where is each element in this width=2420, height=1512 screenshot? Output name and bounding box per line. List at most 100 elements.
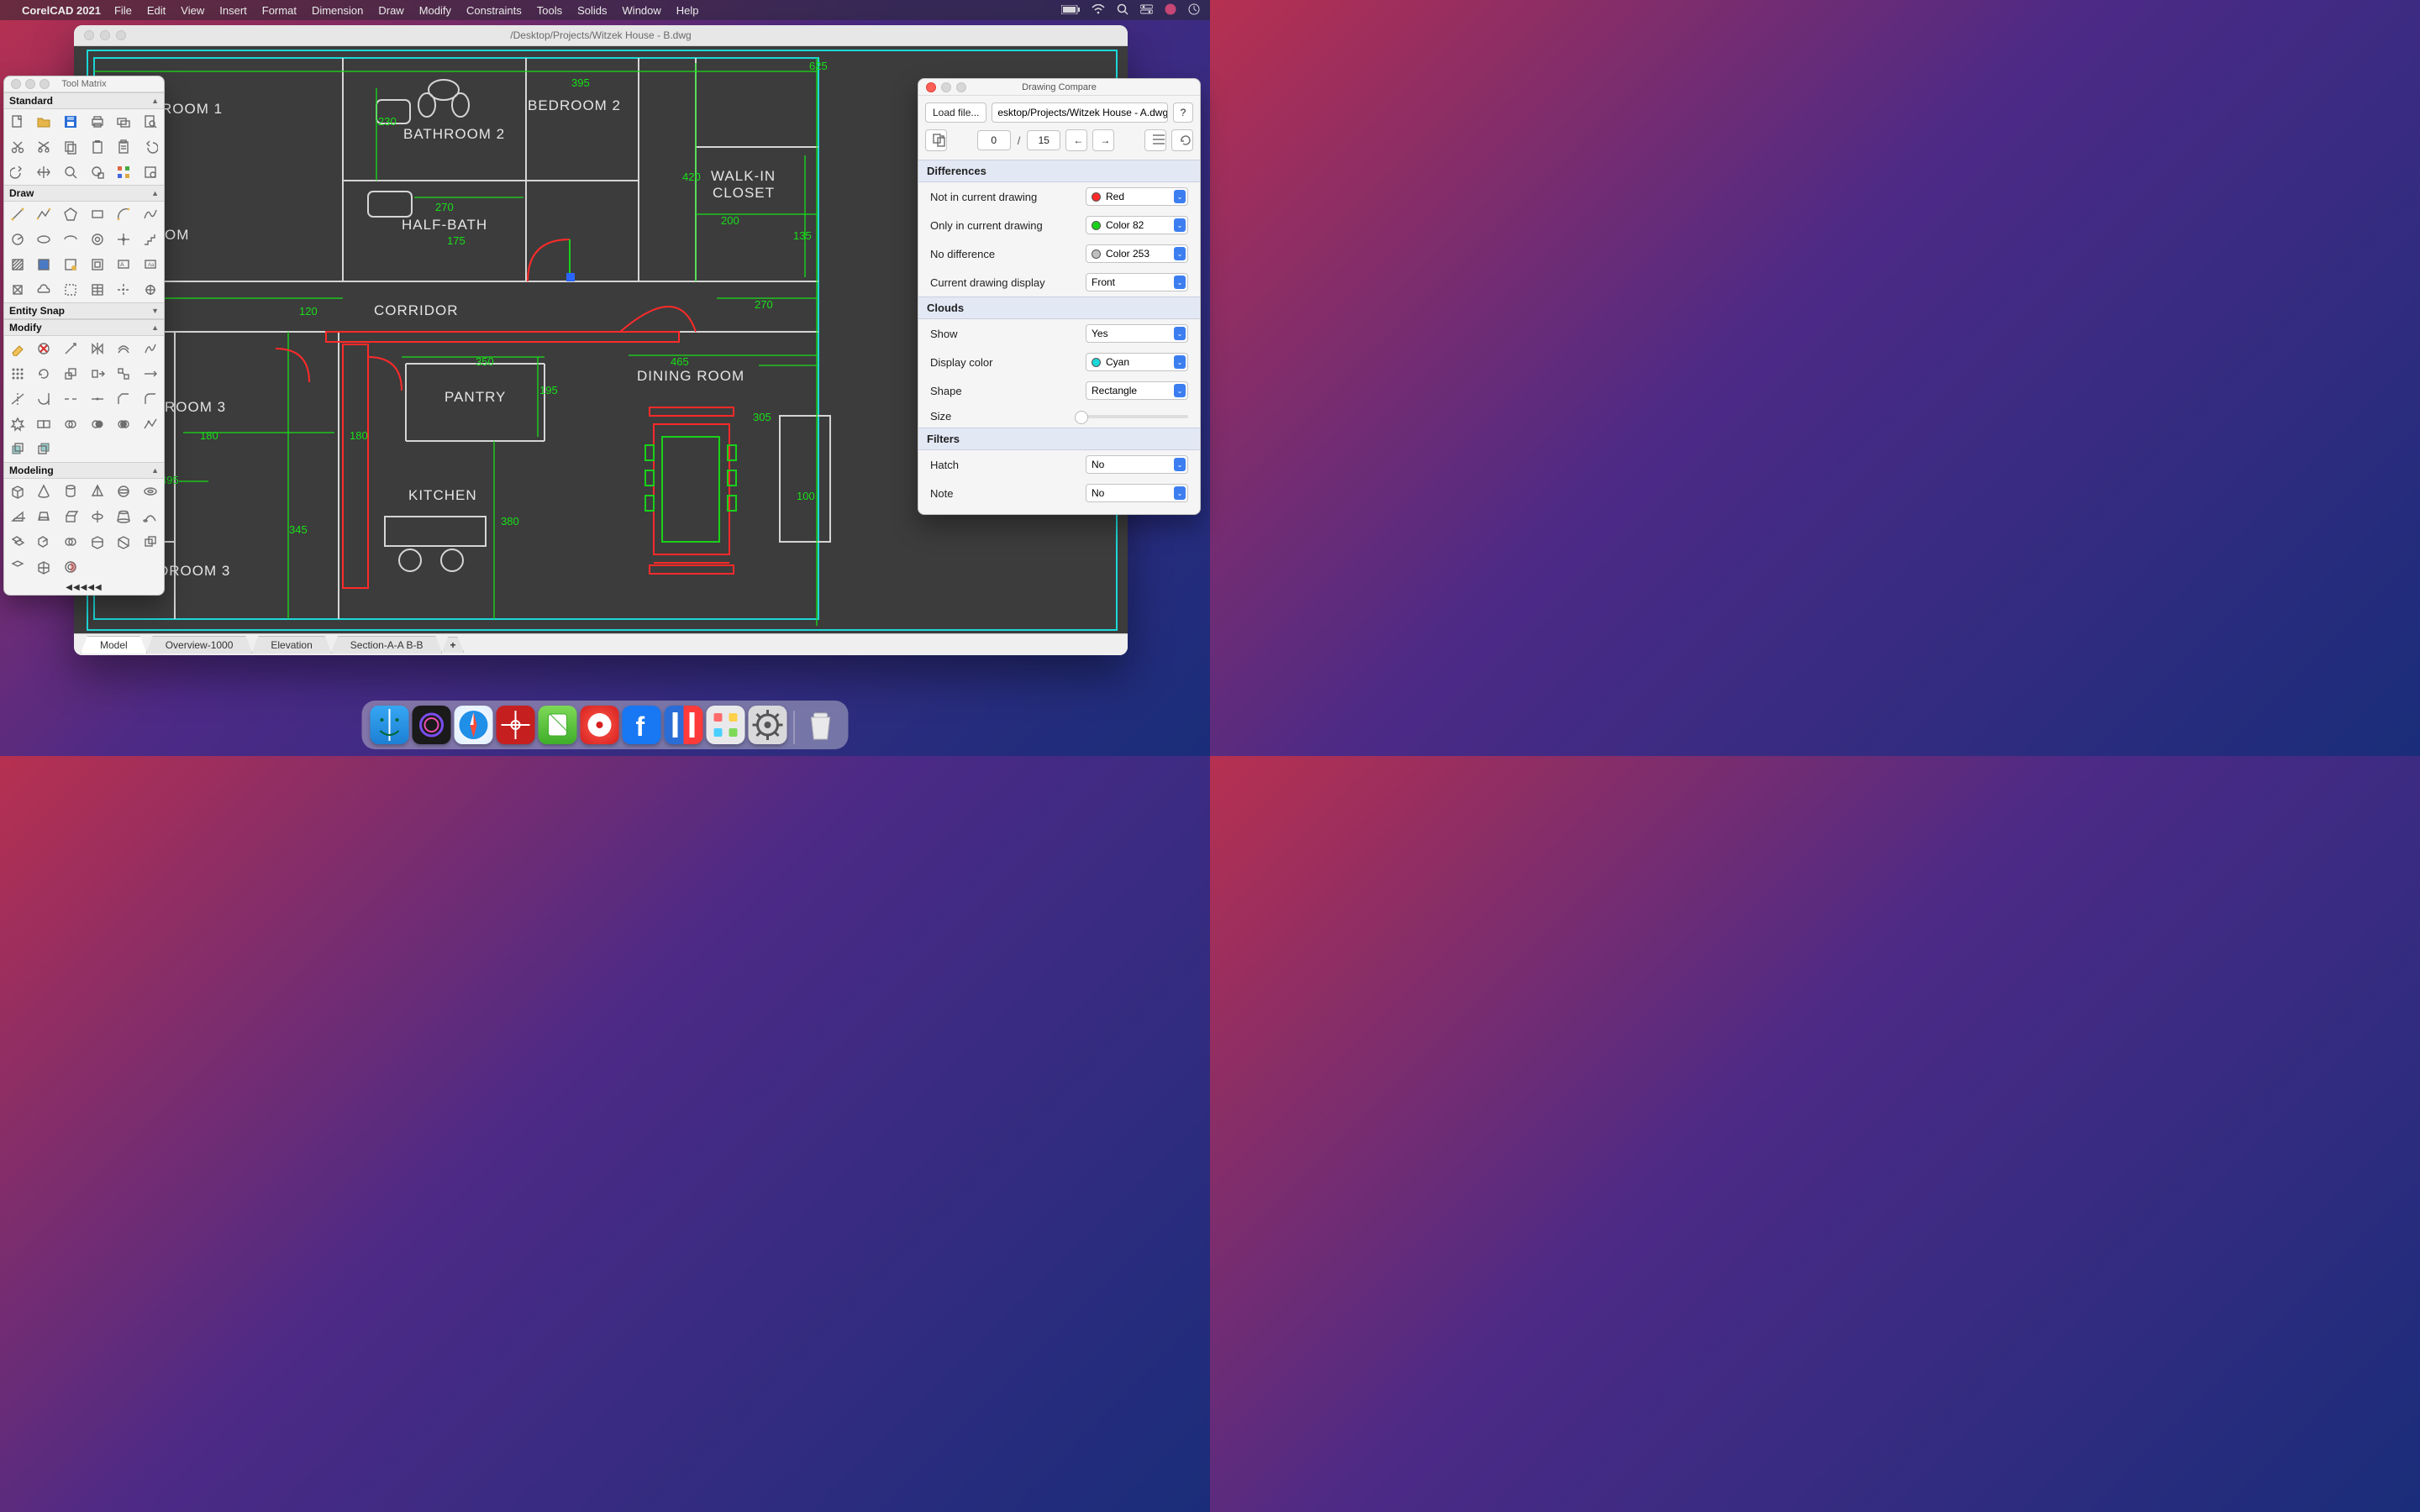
interfere-icon[interactable] — [137, 529, 164, 554]
extend-icon[interactable] — [31, 386, 58, 412]
explode-icon[interactable] — [4, 412, 31, 437]
menu-solids[interactable]: Solids — [577, 4, 607, 17]
menu-constraints[interactable]: Constraints — [466, 4, 522, 17]
stretch-icon[interactable] — [84, 361, 111, 386]
zoom-extents-icon[interactable] — [57, 160, 84, 185]
subtract-icon[interactable] — [84, 412, 111, 437]
table-icon[interactable] — [84, 277, 111, 302]
compare-list-icon[interactable] — [1144, 129, 1166, 151]
preview-icon[interactable] — [137, 109, 164, 134]
clock-icon[interactable] — [1188, 3, 1200, 18]
window-titlebar[interactable]: /Desktop/Projects/Witzek House - B.dwg — [74, 25, 1128, 46]
cut-icon[interactable] — [4, 134, 31, 160]
torus-icon[interactable] — [137, 479, 164, 504]
revolve-icon[interactable] — [84, 504, 111, 529]
clouds-shape-select[interactable]: Rectangle⌄ — [1086, 381, 1188, 400]
tab-section[interactable]: Section-A-A B-B — [331, 636, 443, 654]
menu-window[interactable]: Window — [623, 4, 661, 17]
align-icon[interactable] — [111, 361, 138, 386]
chamfer-icon[interactable] — [111, 386, 138, 412]
donut-icon[interactable] — [84, 227, 111, 252]
boundary-icon[interactable] — [84, 252, 111, 277]
copy-icon[interactable] — [57, 134, 84, 160]
region-icon[interactable] — [57, 252, 84, 277]
group-icon[interactable] — [31, 412, 58, 437]
lengthen-icon[interactable] — [137, 361, 164, 386]
paste-icon[interactable] — [84, 134, 111, 160]
ellipse-icon[interactable] — [31, 227, 58, 252]
open-icon[interactable] — [31, 109, 58, 134]
dock-settings-icon[interactable] — [749, 706, 787, 744]
extrude-icon[interactable] — [57, 504, 84, 529]
block-icon[interactable] — [4, 277, 31, 302]
compare-titlebar[interactable]: Drawing Compare — [918, 79, 1200, 96]
polysolid-icon[interactable] — [31, 504, 58, 529]
section-draw[interactable]: Draw▲ — [4, 185, 164, 202]
editpl-icon[interactable] — [137, 412, 164, 437]
menu-dimension[interactable]: Dimension — [312, 4, 363, 17]
trim-icon[interactable] — [4, 386, 31, 412]
rotate-icon[interactable] — [31, 361, 58, 386]
sketch-icon[interactable] — [137, 336, 164, 361]
dock-finder-icon[interactable] — [371, 706, 409, 744]
filter-note-select[interactable]: No⌄ — [1086, 484, 1188, 502]
scale-icon[interactable] — [57, 361, 84, 386]
rectangle-icon[interactable] — [84, 202, 111, 227]
spotlight-icon[interactable] — [1117, 3, 1128, 18]
tab-model[interactable]: Model — [81, 636, 147, 654]
polygon-icon[interactable] — [57, 202, 84, 227]
diff-index-current[interactable]: 0 — [977, 130, 1011, 150]
3dface-icon[interactable] — [4, 554, 31, 580]
centermark-icon[interactable] — [137, 277, 164, 302]
menu-format[interactable]: Format — [262, 4, 297, 17]
intersect3d-icon[interactable] — [57, 529, 84, 554]
move-icon[interactable] — [57, 336, 84, 361]
section-icon[interactable] — [111, 529, 138, 554]
save-icon[interactable] — [57, 109, 84, 134]
no-diff-color-select[interactable]: Color 253⌄ — [1086, 244, 1188, 263]
section-modify[interactable]: Modify▲ — [4, 319, 164, 336]
slice-icon[interactable] — [84, 529, 111, 554]
menu-help[interactable]: Help — [676, 4, 699, 17]
tab-elevation[interactable]: Elevation — [251, 636, 331, 654]
cut-alt-icon[interactable] — [31, 134, 58, 160]
control-center-icon[interactable] — [1140, 4, 1153, 17]
note-icon[interactable]: A — [111, 252, 138, 277]
redo-icon[interactable] — [4, 160, 31, 185]
print-icon[interactable] — [84, 109, 111, 134]
load-file-button[interactable]: Load file... — [925, 102, 986, 123]
hatch-icon[interactable] — [4, 252, 31, 277]
compare-swap-icon[interactable] — [925, 129, 947, 151]
wedge-icon[interactable] — [4, 504, 31, 529]
tool-matrix-panel[interactable]: Tool Matrix Standard▲ Draw▲ — [3, 76, 165, 596]
dock-facebook-icon[interactable]: f — [623, 706, 661, 744]
join-icon[interactable] — [84, 386, 111, 412]
mask-icon[interactable] — [57, 277, 84, 302]
circle-icon[interactable] — [4, 227, 31, 252]
menu-file[interactable]: File — [114, 4, 132, 17]
section-modeling[interactable]: Modeling▲ — [4, 462, 164, 479]
only-in-color-select[interactable]: Color 82⌄ — [1086, 216, 1188, 234]
dock-trash-icon[interactable] — [802, 706, 840, 744]
delete-icon[interactable] — [31, 336, 58, 361]
app-name[interactable]: CorelCAD 2021 — [22, 4, 101, 17]
dock-safari-icon[interactable] — [455, 706, 493, 744]
menu-edit[interactable]: Edit — [147, 4, 166, 17]
dock-siri-icon[interactable] — [413, 706, 451, 744]
drawing-compare-panel[interactable]: Drawing Compare Load file... esktop/Proj… — [918, 78, 1201, 515]
weld-icon[interactable] — [57, 412, 84, 437]
cone-icon[interactable] — [31, 479, 58, 504]
box-icon[interactable] — [4, 479, 31, 504]
clouds-color-select[interactable]: Cyan⌄ — [1086, 353, 1188, 371]
matchprops-icon[interactable] — [111, 160, 138, 185]
menu-view[interactable]: View — [181, 4, 204, 17]
macos-dock[interactable]: f — [362, 701, 849, 749]
cylinder-icon[interactable] — [57, 479, 84, 504]
section-entity-snap[interactable]: Entity Snap▼ — [4, 302, 164, 319]
wifi-icon[interactable] — [1092, 4, 1105, 17]
loft-icon[interactable] — [111, 504, 138, 529]
not-in-color-select[interactable]: Red⌄ — [1086, 187, 1188, 206]
ellipsearc-icon[interactable] — [57, 227, 84, 252]
toolmatrix-titlebar[interactable]: Tool Matrix — [4, 76, 164, 92]
menu-draw[interactable]: Draw — [378, 4, 403, 17]
